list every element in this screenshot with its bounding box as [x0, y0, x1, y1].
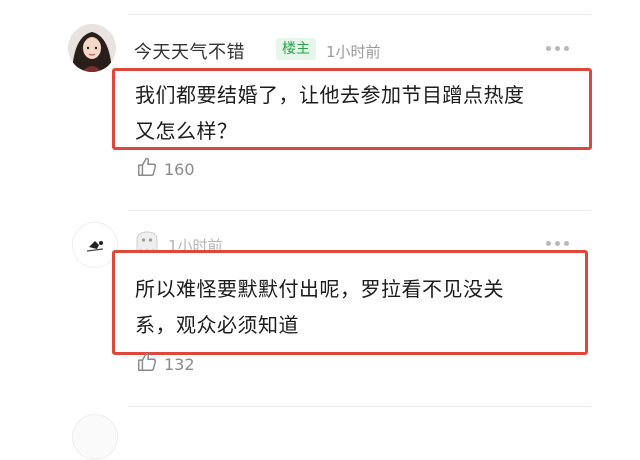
comment-divider: [128, 406, 591, 407]
like-count: 160: [164, 159, 195, 179]
thumbs-up-icon: [136, 351, 158, 377]
comment-content-highlight: 我们都要结婚了，让他去参加节目蹭点热度 又怎么样？: [112, 68, 592, 150]
comment-text-line: 我们都要结婚了，让他去参加节目蹭点热度: [135, 83, 525, 107]
like-button[interactable]: 132: [136, 351, 195, 377]
avatar[interactable]: [72, 414, 118, 460]
author-badge: 楼主: [276, 38, 316, 60]
top-divider: [128, 14, 591, 15]
username[interactable]: 今天天气不错: [134, 38, 245, 64]
like-count: 132: [164, 354, 195, 374]
more-dots-icon[interactable]: [546, 46, 569, 51]
comment-content-highlight: 所以难怪要默默付出呢，罗拉看不见没关 系，观众必须知道: [112, 250, 588, 355]
timestamp: 1小时前: [326, 43, 381, 61]
avatar[interactable]: [68, 24, 116, 72]
comment-text-line: 所以难怪要默默付出呢，罗拉看不见没关: [135, 277, 504, 301]
comment-text-line: 系，观众必须知道: [135, 313, 299, 337]
comment-text-line: 又怎么样？: [135, 119, 238, 143]
comment-divider: [128, 210, 591, 211]
thumbs-up-icon: [136, 156, 158, 182]
more-dots-icon[interactable]: [546, 241, 569, 246]
like-button[interactable]: 160: [136, 156, 195, 182]
